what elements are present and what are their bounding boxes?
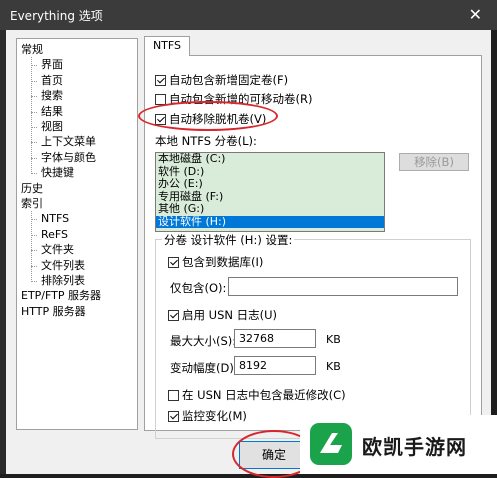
volume-settings-title: 分卷 设计软件 (H:) 设置: bbox=[162, 232, 295, 248]
close-icon[interactable]: ✕ bbox=[469, 5, 482, 24]
watermark: 欧凯手游网 bbox=[300, 415, 497, 474]
auto-include-fixed-label: 自动包含新增固定卷(F) bbox=[169, 73, 289, 87]
auto-include-fixed-checkbox[interactable]: 自动包含新增固定卷(F) bbox=[155, 72, 288, 88]
include-in-db-checkbox[interactable]: 包含到数据库(I) bbox=[168, 254, 263, 270]
tree-item[interactable]: 常规 bbox=[21, 43, 43, 57]
enable-usn-label: 启用 USN 日志(U) bbox=[182, 308, 278, 322]
volume-item[interactable]: 本地磁盘 (C:) bbox=[156, 153, 384, 166]
enable-usn-checkbox[interactable]: 启用 USN 日志(U) bbox=[168, 307, 277, 323]
include-recent-changes-label: 在 USN 日志中包含最近修改(C) bbox=[182, 388, 346, 402]
tree-item[interactable]: 快捷键 bbox=[41, 166, 74, 180]
checkbox-box[interactable] bbox=[168, 256, 179, 268]
include-recent-changes-checkbox[interactable]: 在 USN 日志中包含最近修改(C) bbox=[168, 387, 346, 403]
allocation-delta-unit: KB bbox=[326, 360, 341, 373]
remove-button[interactable]: 移除(B) bbox=[399, 153, 469, 171]
title-bar: Everything 选项 ✕ bbox=[0, 0, 497, 30]
volume-item[interactable]: 其他 (G:) bbox=[156, 202, 384, 216]
monitor-changes-label: 监控变化(M) bbox=[182, 409, 247, 423]
volumes-label: 本地 NTFS 分卷(L): bbox=[155, 134, 257, 148]
volume-item[interactable]: 办公 (E:) bbox=[156, 177, 384, 191]
volumes-list[interactable]: 本地磁盘 (C:) 软件 (D:) 办公 (E:) 专用磁盘 (F:) 其他 (… bbox=[155, 152, 385, 232]
tree-item[interactable]: 索引 bbox=[21, 197, 43, 211]
max-size-unit: KB bbox=[326, 333, 341, 346]
watermark-text: 欧凯手游网 bbox=[362, 435, 467, 459]
options-tree[interactable]: 常规 界面首页 搜索结果 视图 上下文菜单字体与颜色 快捷键历史 索引 NTFS ReFS 文件夹… bbox=[16, 38, 138, 430]
allocation-delta-label: 变动幅度(D): bbox=[170, 361, 238, 375]
volume-settings-group: 分卷 设计软件 (H:) 设置: 包含到数据库(I) 仅包含(O): 启用 US… bbox=[155, 232, 471, 439]
include-only-label: 仅包含(O): bbox=[170, 281, 227, 295]
tree-connector bbox=[31, 211, 32, 282]
options-dialog: 常规 界面 首页 搜索 结果 视图 上下文菜单 字体与颜色 快捷键 历史 索引 NTFS ReFS 文件夹… bbox=[6, 30, 491, 474]
max-size-label: 最大大小(S): bbox=[170, 334, 237, 348]
tree-item[interactable]: 历史 bbox=[21, 182, 43, 196]
window-title: Everything 选项 bbox=[10, 9, 103, 23]
tree-item[interactable]: 上下文菜单 bbox=[41, 135, 96, 149]
checkbox-box[interactable] bbox=[168, 389, 179, 401]
tree-item[interactable]: 搜索 bbox=[41, 89, 63, 103]
tree-item[interactable]: ETP/FTP 服务器 bbox=[21, 289, 101, 303]
monitor-changes-checkbox[interactable]: 监控变化(M) bbox=[168, 408, 247, 424]
checkbox-box[interactable] bbox=[155, 74, 166, 86]
tree-item[interactable]: 结果 bbox=[41, 105, 63, 119]
tree-item[interactable]: 字体与颜色 bbox=[41, 151, 96, 165]
tree-item[interactable]: 排除列表 bbox=[41, 274, 85, 288]
tree-item[interactable]: ReFS bbox=[41, 228, 68, 242]
tree-item[interactable]: 文件列表 bbox=[41, 259, 85, 273]
max-size-input[interactable]: 32768 bbox=[234, 329, 316, 348]
tab-ntfs[interactable]: NTFS bbox=[144, 36, 190, 56]
include-in-db-label: 包含到数据库(I) bbox=[182, 255, 264, 269]
tree-item[interactable]: HTTP 服务器 bbox=[21, 305, 86, 319]
watermark-logo-icon bbox=[310, 423, 352, 465]
tree-item[interactable]: 首页 bbox=[41, 74, 63, 88]
volume-item-selected[interactable]: 设计软件 (H:) bbox=[156, 215, 384, 228]
checkbox-box[interactable] bbox=[155, 93, 166, 105]
tree-item[interactable]: 界面 bbox=[41, 58, 63, 72]
include-only-input[interactable] bbox=[228, 277, 458, 296]
allocation-delta-input[interactable]: 8192 bbox=[234, 356, 316, 375]
tree-item[interactable]: NTFS bbox=[41, 212, 69, 226]
checkbox-box[interactable] bbox=[168, 309, 179, 321]
checkbox-box[interactable] bbox=[168, 410, 179, 422]
tree-item[interactable]: 视图 bbox=[41, 120, 63, 134]
tree-item[interactable]: 文件夹 bbox=[41, 243, 74, 257]
tree-connector bbox=[31, 57, 32, 175]
highlight-ellipse bbox=[138, 101, 278, 131]
